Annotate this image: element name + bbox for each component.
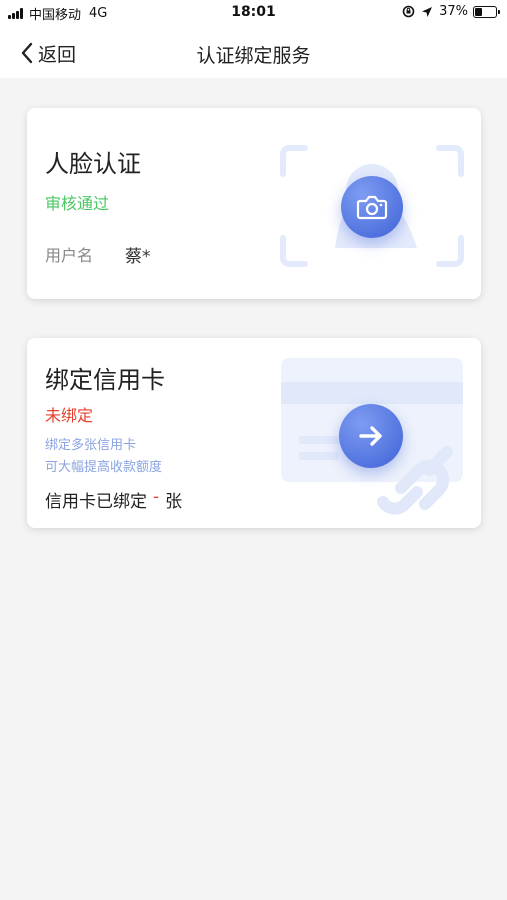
bind-card-button[interactable] [339,404,403,468]
rotation-lock-icon [402,5,415,18]
bound-suffix: 张 [165,492,183,512]
status-bar: 中国移动 4G 18:01 37% [0,0,507,28]
username-value: 蔡* [125,247,151,267]
face-auth-card[interactable]: 人脸认证 审核通过 用户名 蔡* [27,108,481,299]
bound-count: - [153,487,160,507]
arrow-right-icon [359,426,382,446]
credit-card-status: 未绑定 [45,406,94,425]
face-auth-title: 人脸认证 [45,150,141,178]
face-auth-status: 审核通过 [45,194,110,213]
bound-prefix: 信用卡已绑定 [45,492,147,512]
credit-card-desc-line2: 可大幅提高收款额度 [45,460,163,475]
bound-count-text: 信用卡已绑定 - 张 [45,487,182,512]
battery-percent: 37% [439,4,468,19]
battery-icon [473,5,500,18]
nav-bar: 返回 认证绑定服务 [0,28,507,78]
page-title: 认证绑定服务 [196,45,311,67]
status-right: 37% [402,4,500,19]
camera-icon [356,195,388,220]
battery-fill [475,7,482,16]
credit-card-desc-line1: 绑定多张信用卡 [45,438,137,453]
camera-button[interactable] [341,176,403,238]
credit-card-binding-card[interactable]: 绑定信用卡 未绑定 绑定多张信用卡 可大幅提高收款额度 信用卡已绑定 - 张 [27,338,481,528]
location-arrow-icon [422,6,433,17]
username-label: 用户名 [45,246,94,265]
credit-card-title: 绑定信用卡 [45,366,165,394]
